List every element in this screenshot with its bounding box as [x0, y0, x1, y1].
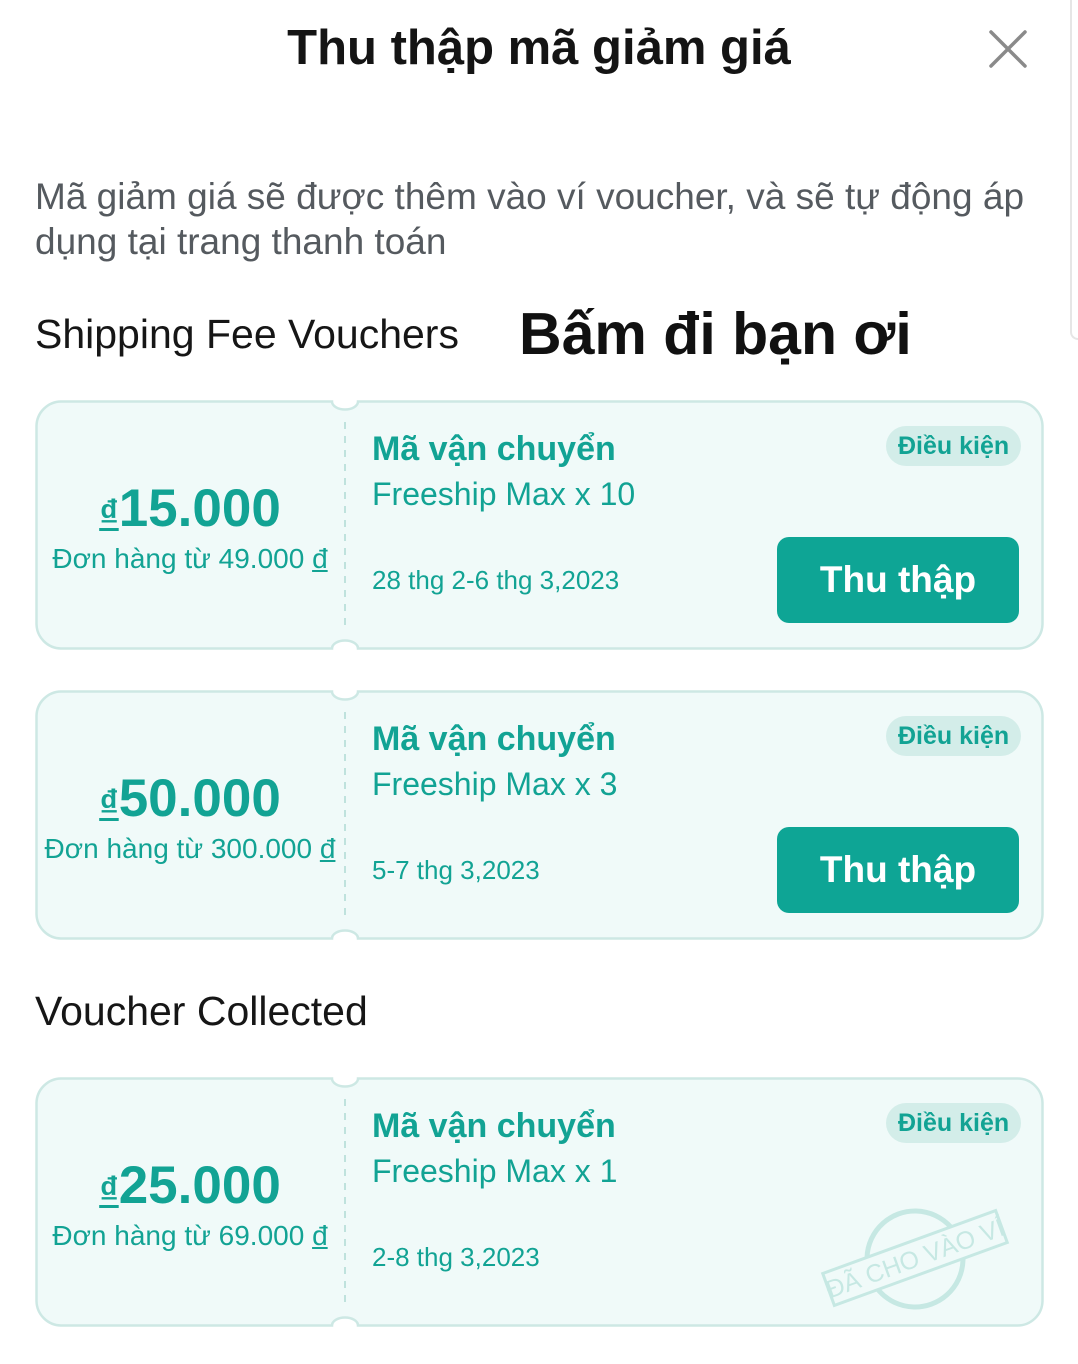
- voucher-amount: ₫15.000: [99, 479, 281, 538]
- voucher-amount: ₫50.000: [99, 769, 281, 828]
- section-title-collected: Voucher Collected: [35, 988, 368, 1034]
- condition-badge[interactable]: Điều kiện: [886, 1103, 1022, 1143]
- condition-badge[interactable]: Điều kiện: [886, 426, 1022, 466]
- voucher-name: Freeship Max x 1: [372, 1153, 618, 1189]
- voucher-min-order: Đơn hàng từ 69.000 đ: [52, 1220, 328, 1251]
- voucher-card: ₫50.000 Đơn hàng từ 300.000 đ Mã vận chu…: [35, 690, 1044, 940]
- overlay-caption: Bấm đi bạn ơi: [519, 301, 912, 367]
- collect-button[interactable]: Thu thập: [777, 537, 1019, 623]
- voucher-type: Mã vận chuyển: [372, 430, 616, 468]
- collected-stamp-icon: ĐÃ CHO VÀO VÍ: [820, 1208, 1010, 1310]
- voucher-name: Freeship Max x 3: [372, 766, 618, 802]
- condition-badge[interactable]: Điều kiện: [886, 716, 1022, 756]
- modal-header: Thu thập mã giảm giá: [0, 0, 1078, 100]
- voucher-amount: ₫25.000: [99, 1156, 281, 1215]
- voucher-type: Mã vận chuyển: [372, 1107, 616, 1145]
- voucher-min-order: Đơn hàng từ 49.000 đ: [52, 543, 328, 574]
- collected-voucher-card: ₫25.000 Đơn hàng từ 69.000 đ Mã vận chuy…: [35, 1077, 1044, 1327]
- close-icon[interactable]: [985, 26, 1031, 72]
- voucher-type: Mã vận chuyển: [372, 720, 616, 758]
- voucher-date: 2-8 thg 3,2023: [372, 1242, 540, 1272]
- scrollbar[interactable]: [1070, 0, 1078, 340]
- modal-title: Thu thập mã giảm giá: [287, 21, 791, 75]
- voucher-min-order: Đơn hàng từ 300.000 đ: [44, 833, 336, 864]
- voucher-date: 28 thg 2-6 thg 3,2023: [372, 565, 620, 595]
- stamp-text: ĐÃ CHO VÀO VÍ: [822, 1213, 1008, 1304]
- voucher-name: Freeship Max x 10: [372, 476, 636, 512]
- collect-button[interactable]: Thu thập: [777, 827, 1019, 913]
- voucher-description: Mã giảm giá sẽ được thêm vào ví voucher,…: [35, 176, 1025, 262]
- voucher-date: 5-7 thg 3,2023: [372, 855, 540, 885]
- voucher-card: ₫15.000 Đơn hàng từ 49.000 đ Mã vận chuy…: [35, 400, 1044, 650]
- section-title-shipping: Shipping Fee Vouchers: [35, 311, 459, 357]
